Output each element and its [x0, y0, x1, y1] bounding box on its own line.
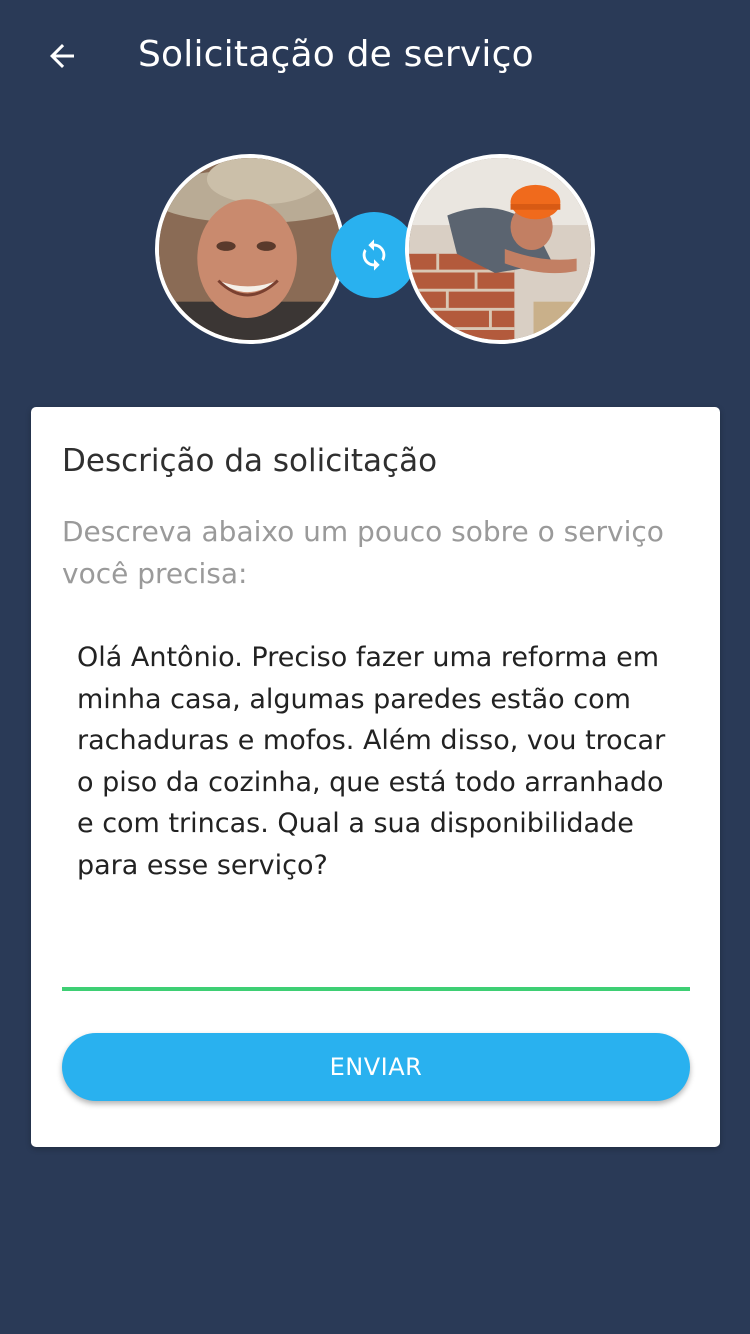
description-hint: Descreva abaixo um pouco sobre o serviço…	[62, 515, 664, 590]
worker-avatar	[405, 154, 595, 344]
client-photo	[159, 158, 341, 340]
arrow-left-icon	[50, 44, 74, 68]
swap-button[interactable]	[331, 212, 417, 298]
worker-photo	[409, 158, 591, 340]
send-button[interactable]: ENVIAR	[62, 1033, 690, 1101]
service-request-screen: Solicitação de serviço Descrição da soli…	[0, 0, 750, 1334]
back-button[interactable]	[36, 30, 88, 82]
card-title: Descrição da solicitação	[62, 443, 438, 479]
request-card: Descrição da solicitação Descreva abaixo…	[31, 407, 720, 1147]
page-title: Solicitação de serviço	[138, 34, 534, 75]
client-avatar	[155, 154, 345, 344]
participants-avatars	[0, 150, 750, 350]
top-app-bar: Solicitação de serviço	[0, 0, 750, 112]
textarea-underline	[62, 987, 690, 991]
description-textarea[interactable]: Olá Antônio. Preciso fazer uma reforma e…	[62, 629, 690, 993]
sync-icon	[362, 239, 386, 271]
